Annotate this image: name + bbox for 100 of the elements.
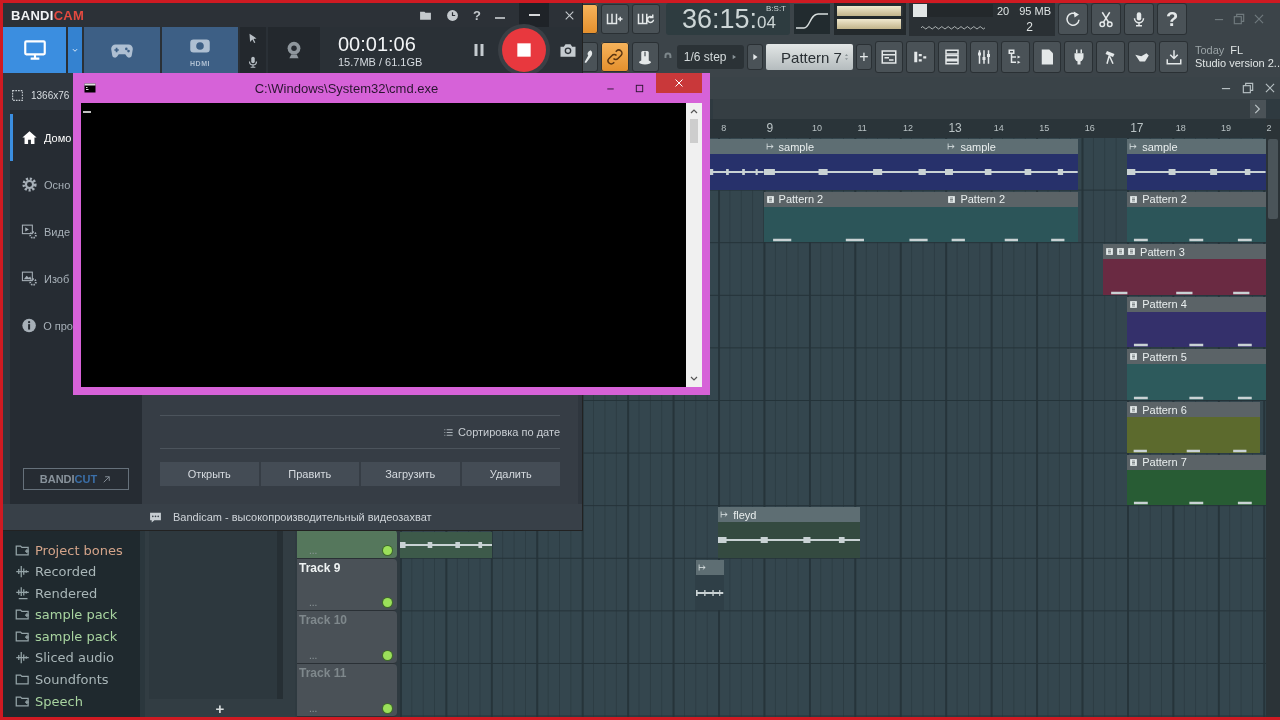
- comb-button[interactable]: [632, 4, 660, 34]
- browser-item[interactable]: sample pack: [15, 605, 140, 624]
- stand-button[interactable]: [1096, 41, 1125, 73]
- action-button[interactable]: Удалить: [461, 462, 560, 486]
- pattern-icon: [1129, 299, 1139, 309]
- bar-number: 18: [1175, 123, 1186, 133]
- add-pattern-button[interactable]: +: [855, 44, 872, 70]
- track-toggle[interactable]: [383, 545, 392, 555]
- folder-label: Rendered: [35, 585, 98, 601]
- tree-button[interactable]: [1001, 41, 1030, 73]
- pattern-clip[interactable]: Pattern 2: [945, 191, 1079, 243]
- action-button[interactable]: Загрузить: [361, 462, 460, 486]
- bandicut-button[interactable]: BANDICUT: [23, 468, 129, 490]
- resolution-label: 1366x76: [31, 89, 70, 101]
- pattern-clip[interactable]: Pattern 5: [1127, 349, 1266, 400]
- download-button[interactable]: [1159, 41, 1188, 73]
- folder-label: sample pack: [35, 628, 118, 644]
- browser-item[interactable]: Soundfonts: [15, 670, 140, 689]
- playlist-button[interactable]: [874, 41, 904, 73]
- waveform-icon: [15, 650, 30, 666]
- track-header[interactable]: Track 9 ...: [297, 558, 397, 612]
- audio-clip[interactable]: sample: [945, 139, 1079, 190]
- pattern-clip[interactable]: Pattern 6: [1127, 402, 1260, 453]
- microphone-icon[interactable]: [246, 54, 260, 69]
- action-button[interactable]: Открыть: [160, 462, 259, 486]
- sidebar-item[interactable]: Виде: [10, 208, 73, 255]
- pattern-icon: [765, 194, 775, 204]
- steps-button[interactable]: [906, 41, 935, 73]
- audio-clip[interactable]: [400, 532, 493, 558]
- stop-button[interactable]: [502, 28, 546, 72]
- track-toggle[interactable]: [383, 650, 392, 660]
- snap-selector[interactable]: 1/6 step: [677, 45, 745, 69]
- pattern-clip[interactable]: Pattern 7: [1127, 454, 1266, 506]
- browser-item[interactable]: sample pack: [15, 627, 140, 646]
- browser-item[interactable]: Project bones: [15, 541, 140, 559]
- comb-button[interactable]: [601, 4, 629, 34]
- pattern-clip[interactable]: Pattern 2: [1127, 191, 1266, 243]
- folder-label: Project bones: [35, 542, 123, 558]
- scroll-thumb[interactable]: [1268, 139, 1278, 219]
- waveform-drawing: [696, 589, 724, 596]
- track-toggle[interactable]: [383, 598, 392, 608]
- close-icon: [673, 77, 685, 89]
- browser-item[interactable]: Speech: [15, 692, 140, 711]
- reset-button[interactable]: [1058, 3, 1088, 35]
- link-button[interactable]: [601, 42, 629, 72]
- audio-clip[interactable]: [709, 139, 764, 190]
- pattern-selector[interactable]: Pattern 7: [766, 44, 853, 70]
- help-button[interactable]: ?: [1157, 3, 1187, 35]
- audio-clip[interactable]: [696, 559, 724, 611]
- webcam-button[interactable]: [268, 27, 320, 73]
- scroll-thumb[interactable]: [690, 119, 698, 143]
- info-icon: [21, 317, 38, 334]
- channels-button[interactable]: [938, 41, 967, 73]
- bar-number: 17: [1130, 121, 1144, 135]
- scroll-right-button[interactable]: [1250, 100, 1266, 118]
- refresh-icon: [1064, 10, 1082, 28]
- region-icon[interactable]: [11, 88, 24, 102]
- clip-label: Pattern 6: [1141, 403, 1187, 416]
- knob-button[interactable]: [631, 42, 660, 72]
- track-toggle[interactable]: [383, 703, 392, 713]
- scissors-button[interactable]: [1091, 3, 1121, 35]
- add-button[interactable]: +: [145, 699, 295, 717]
- help-button[interactable]: ?: [473, 7, 481, 23]
- mixer-button[interactable]: [969, 41, 999, 73]
- browser-item[interactable]: Recorded: [15, 562, 140, 581]
- news-text: FL: [1230, 44, 1244, 57]
- mixer-insert-label: ...: [309, 702, 318, 714]
- pattern-icon: [1129, 405, 1139, 414]
- list-icon[interactable]: [443, 426, 455, 438]
- sidebar-item[interactable]: О про: [10, 302, 73, 349]
- download-icon: [1164, 48, 1183, 66]
- close-icon[interactable]: [1263, 81, 1277, 95]
- page-button[interactable]: [1032, 41, 1062, 73]
- audio-clip[interactable]: sample: [1127, 139, 1266, 190]
- screen-mode-tab[interactable]: [3, 27, 66, 73]
- pattern-clip[interactable]: Pattern 4: [1127, 296, 1266, 348]
- browser-item[interactable]: Sliced audio: [15, 648, 140, 667]
- pattern-clip[interactable]: Pattern 3: [1103, 244, 1266, 295]
- game-mode-tab[interactable]: [84, 27, 160, 73]
- plug-button[interactable]: [1064, 41, 1094, 73]
- hand-button[interactable]: [1127, 41, 1157, 73]
- audio-clip[interactable]: sample: [763, 139, 946, 190]
- maximize-icon[interactable]: [634, 82, 645, 94]
- browser-item[interactable]: Rendered: [15, 584, 140, 603]
- sidebar-item[interactable]: Осно: [10, 161, 73, 208]
- clip-label: Pattern 4: [1141, 298, 1187, 311]
- mic-button[interactable]: [1124, 3, 1154, 35]
- bar-number: 16: [1084, 123, 1095, 133]
- pattern-clip[interactable]: Pattern 2: [763, 191, 946, 243]
- scrollbar[interactable]: [1266, 119, 1280, 717]
- sidebar-item[interactable]: Изоб: [10, 255, 73, 302]
- pattern-picker-button[interactable]: [747, 44, 764, 70]
- news-panel[interactable]: Today FL Studio version 2..: [1195, 44, 1280, 70]
- restore-icon[interactable]: [1241, 81, 1255, 95]
- minimize-button[interactable]: [519, 3, 549, 27]
- audio-clip[interactable]: fleyd: [718, 507, 861, 558]
- action-button[interactable]: Править: [260, 462, 359, 486]
- scrollbar[interactable]: [686, 103, 702, 387]
- clock-icon[interactable]: [446, 8, 460, 22]
- sort-link[interactable]: Сортировка по дате: [458, 426, 560, 438]
